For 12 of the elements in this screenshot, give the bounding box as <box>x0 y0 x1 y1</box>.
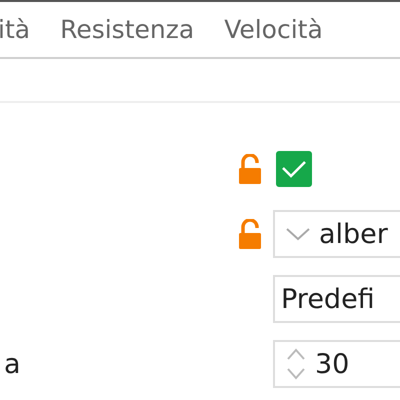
chevron-down-icon <box>285 227 311 241</box>
tab[interactable]: Velocità <box>224 15 323 44</box>
field-label: a <box>4 348 21 380</box>
checkbox[interactable] <box>276 151 312 187</box>
dropdown[interactable]: alber <box>273 210 400 258</box>
tab[interactable]: ità <box>0 15 30 44</box>
checkmark-icon <box>281 159 307 179</box>
unlocked-padlock-icon[interactable] <box>238 154 262 184</box>
number-spinner[interactable]: 30 <box>273 340 400 388</box>
text-field[interactable]: Predefi <box>273 275 400 323</box>
unlocked-padlock-icon[interactable] <box>238 219 262 249</box>
tab[interactable]: Resistenza <box>60 15 194 44</box>
